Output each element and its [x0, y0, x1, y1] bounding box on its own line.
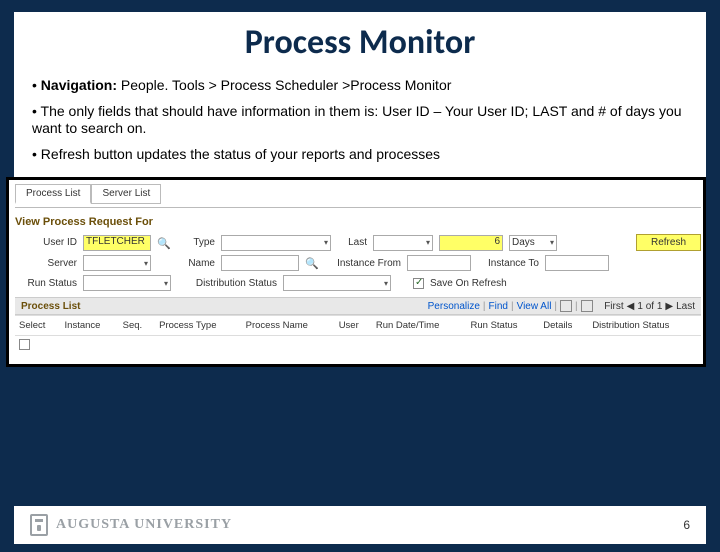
process-list-title: Process List [21, 301, 80, 312]
lookup-name-icon[interactable]: 🔍 [305, 257, 317, 269]
row-3: Run Status Distribution Status ✓ Save On… [15, 275, 701, 291]
col-rundt[interactable]: Run Date/Time [372, 316, 467, 336]
slide-footer: AUGUSTA UNIVERSITY 6 [14, 506, 706, 544]
cell-ptype [155, 336, 242, 357]
row-select-checkbox[interactable] [19, 339, 30, 350]
shield-icon [30, 514, 48, 536]
paging-prev-icon[interactable]: ◀ [627, 301, 635, 312]
bullet-1: • Navigation: People. Tools > Process Sc… [32, 73, 688, 99]
select-server[interactable] [83, 255, 151, 271]
cell-user [335, 336, 372, 357]
process-list-table: Select Instance Seq. Process Type Proces… [15, 315, 701, 356]
input-last-n[interactable]: 6 [439, 235, 503, 251]
label-last: Last [337, 237, 367, 248]
input-user-id[interactable]: TFLETCHER [83, 235, 151, 251]
cell-pname [242, 336, 335, 357]
row-1: User ID TFLETCHER 🔍 Type Last 6 Days Ref… [15, 234, 701, 251]
bullet-2: • The only fields that should have infor… [32, 99, 688, 142]
bullet-1-label: Navigation: [41, 77, 117, 93]
select-last[interactable] [373, 235, 433, 251]
col-pname[interactable]: Process Name [242, 316, 335, 336]
select-last-unit[interactable]: Days [509, 235, 557, 251]
refresh-button[interactable]: Refresh [636, 234, 701, 251]
tab-server-list[interactable]: Server List [91, 184, 161, 204]
section-view-request: View Process Request For [15, 214, 701, 234]
label-server: Server [15, 258, 77, 269]
label-dist-status: Distribution Status [177, 278, 277, 289]
table-row [15, 336, 701, 357]
process-list-bar: Process List Personalize| Find| View All… [15, 297, 701, 315]
download-icon[interactable] [581, 300, 593, 312]
cell-seq [119, 336, 155, 357]
label-instance-from: Instance From [323, 258, 401, 269]
col-dstatus[interactable]: Distribution Status [588, 316, 701, 336]
select-run-status[interactable] [83, 275, 171, 291]
col-details[interactable]: Details [539, 316, 588, 336]
cell-instance [61, 336, 119, 357]
label-save-on-refresh: Save On Refresh [430, 278, 507, 289]
input-name[interactable] [221, 255, 299, 271]
paging-first[interactable]: First [604, 301, 623, 312]
row-2: Server Name 🔍 Instance From Instance To [15, 255, 701, 271]
label-name: Name [175, 258, 215, 269]
slide-title: Process Monitor [14, 12, 706, 69]
university-logo-text: AUGUSTA UNIVERSITY [56, 517, 232, 533]
table-header-row: Select Instance Seq. Process Type Proces… [15, 316, 701, 336]
page-number: 6 [683, 518, 690, 532]
bullet-1-text: People. Tools > Process Scheduler >Proce… [117, 77, 451, 93]
label-run-status: Run Status [15, 278, 77, 289]
col-instance[interactable]: Instance [61, 316, 119, 336]
col-user[interactable]: User [335, 316, 372, 336]
input-instance-to[interactable] [545, 255, 609, 271]
cell-rundt [372, 336, 467, 357]
select-dist-status[interactable] [283, 275, 391, 291]
link-personalize[interactable]: Personalize [428, 301, 480, 312]
slide-body: Process Monitor • Navigation: People. To… [14, 12, 706, 177]
select-type[interactable] [221, 235, 331, 251]
lookup-user-icon[interactable]: 🔍 [157, 237, 169, 249]
col-seq[interactable]: Seq. [119, 316, 155, 336]
tab-bar: Process List Server List [15, 184, 701, 204]
label-type: Type [175, 237, 215, 248]
bullet-2-text: The only fields that should have informa… [32, 103, 682, 137]
bullet-3: • Refresh button updates the status of y… [32, 142, 688, 168]
tab-underline [15, 207, 701, 208]
app-screenshot: Process List Server List View Process Re… [6, 177, 706, 367]
link-view-all[interactable]: View All [517, 301, 552, 312]
process-list-tools: Personalize| Find| View All| | First ◀ 1… [428, 300, 695, 312]
bullet-list: • Navigation: People. Tools > Process Sc… [14, 69, 706, 177]
col-ptype[interactable]: Process Type [155, 316, 242, 336]
label-instance-to: Instance To [477, 258, 539, 269]
paging-range: 1 of 1 [637, 301, 662, 312]
bullet-3-text: Refresh button updates the status of you… [41, 146, 440, 162]
checkbox-save-on-refresh[interactable]: ✓ [413, 278, 424, 289]
paging-last[interactable]: Last [676, 301, 695, 312]
cell-rstatus [467, 336, 540, 357]
label-user-id: User ID [15, 237, 77, 248]
col-rstatus[interactable]: Run Status [467, 316, 540, 336]
tab-process-list[interactable]: Process List [15, 184, 91, 204]
cell-dstatus [588, 336, 701, 357]
grid-icon[interactable] [560, 300, 572, 312]
input-instance-from[interactable] [407, 255, 471, 271]
paging-next-icon[interactable]: ▶ [665, 301, 673, 312]
cell-details [539, 336, 588, 357]
link-find[interactable]: Find [489, 301, 508, 312]
col-select[interactable]: Select [15, 316, 61, 336]
